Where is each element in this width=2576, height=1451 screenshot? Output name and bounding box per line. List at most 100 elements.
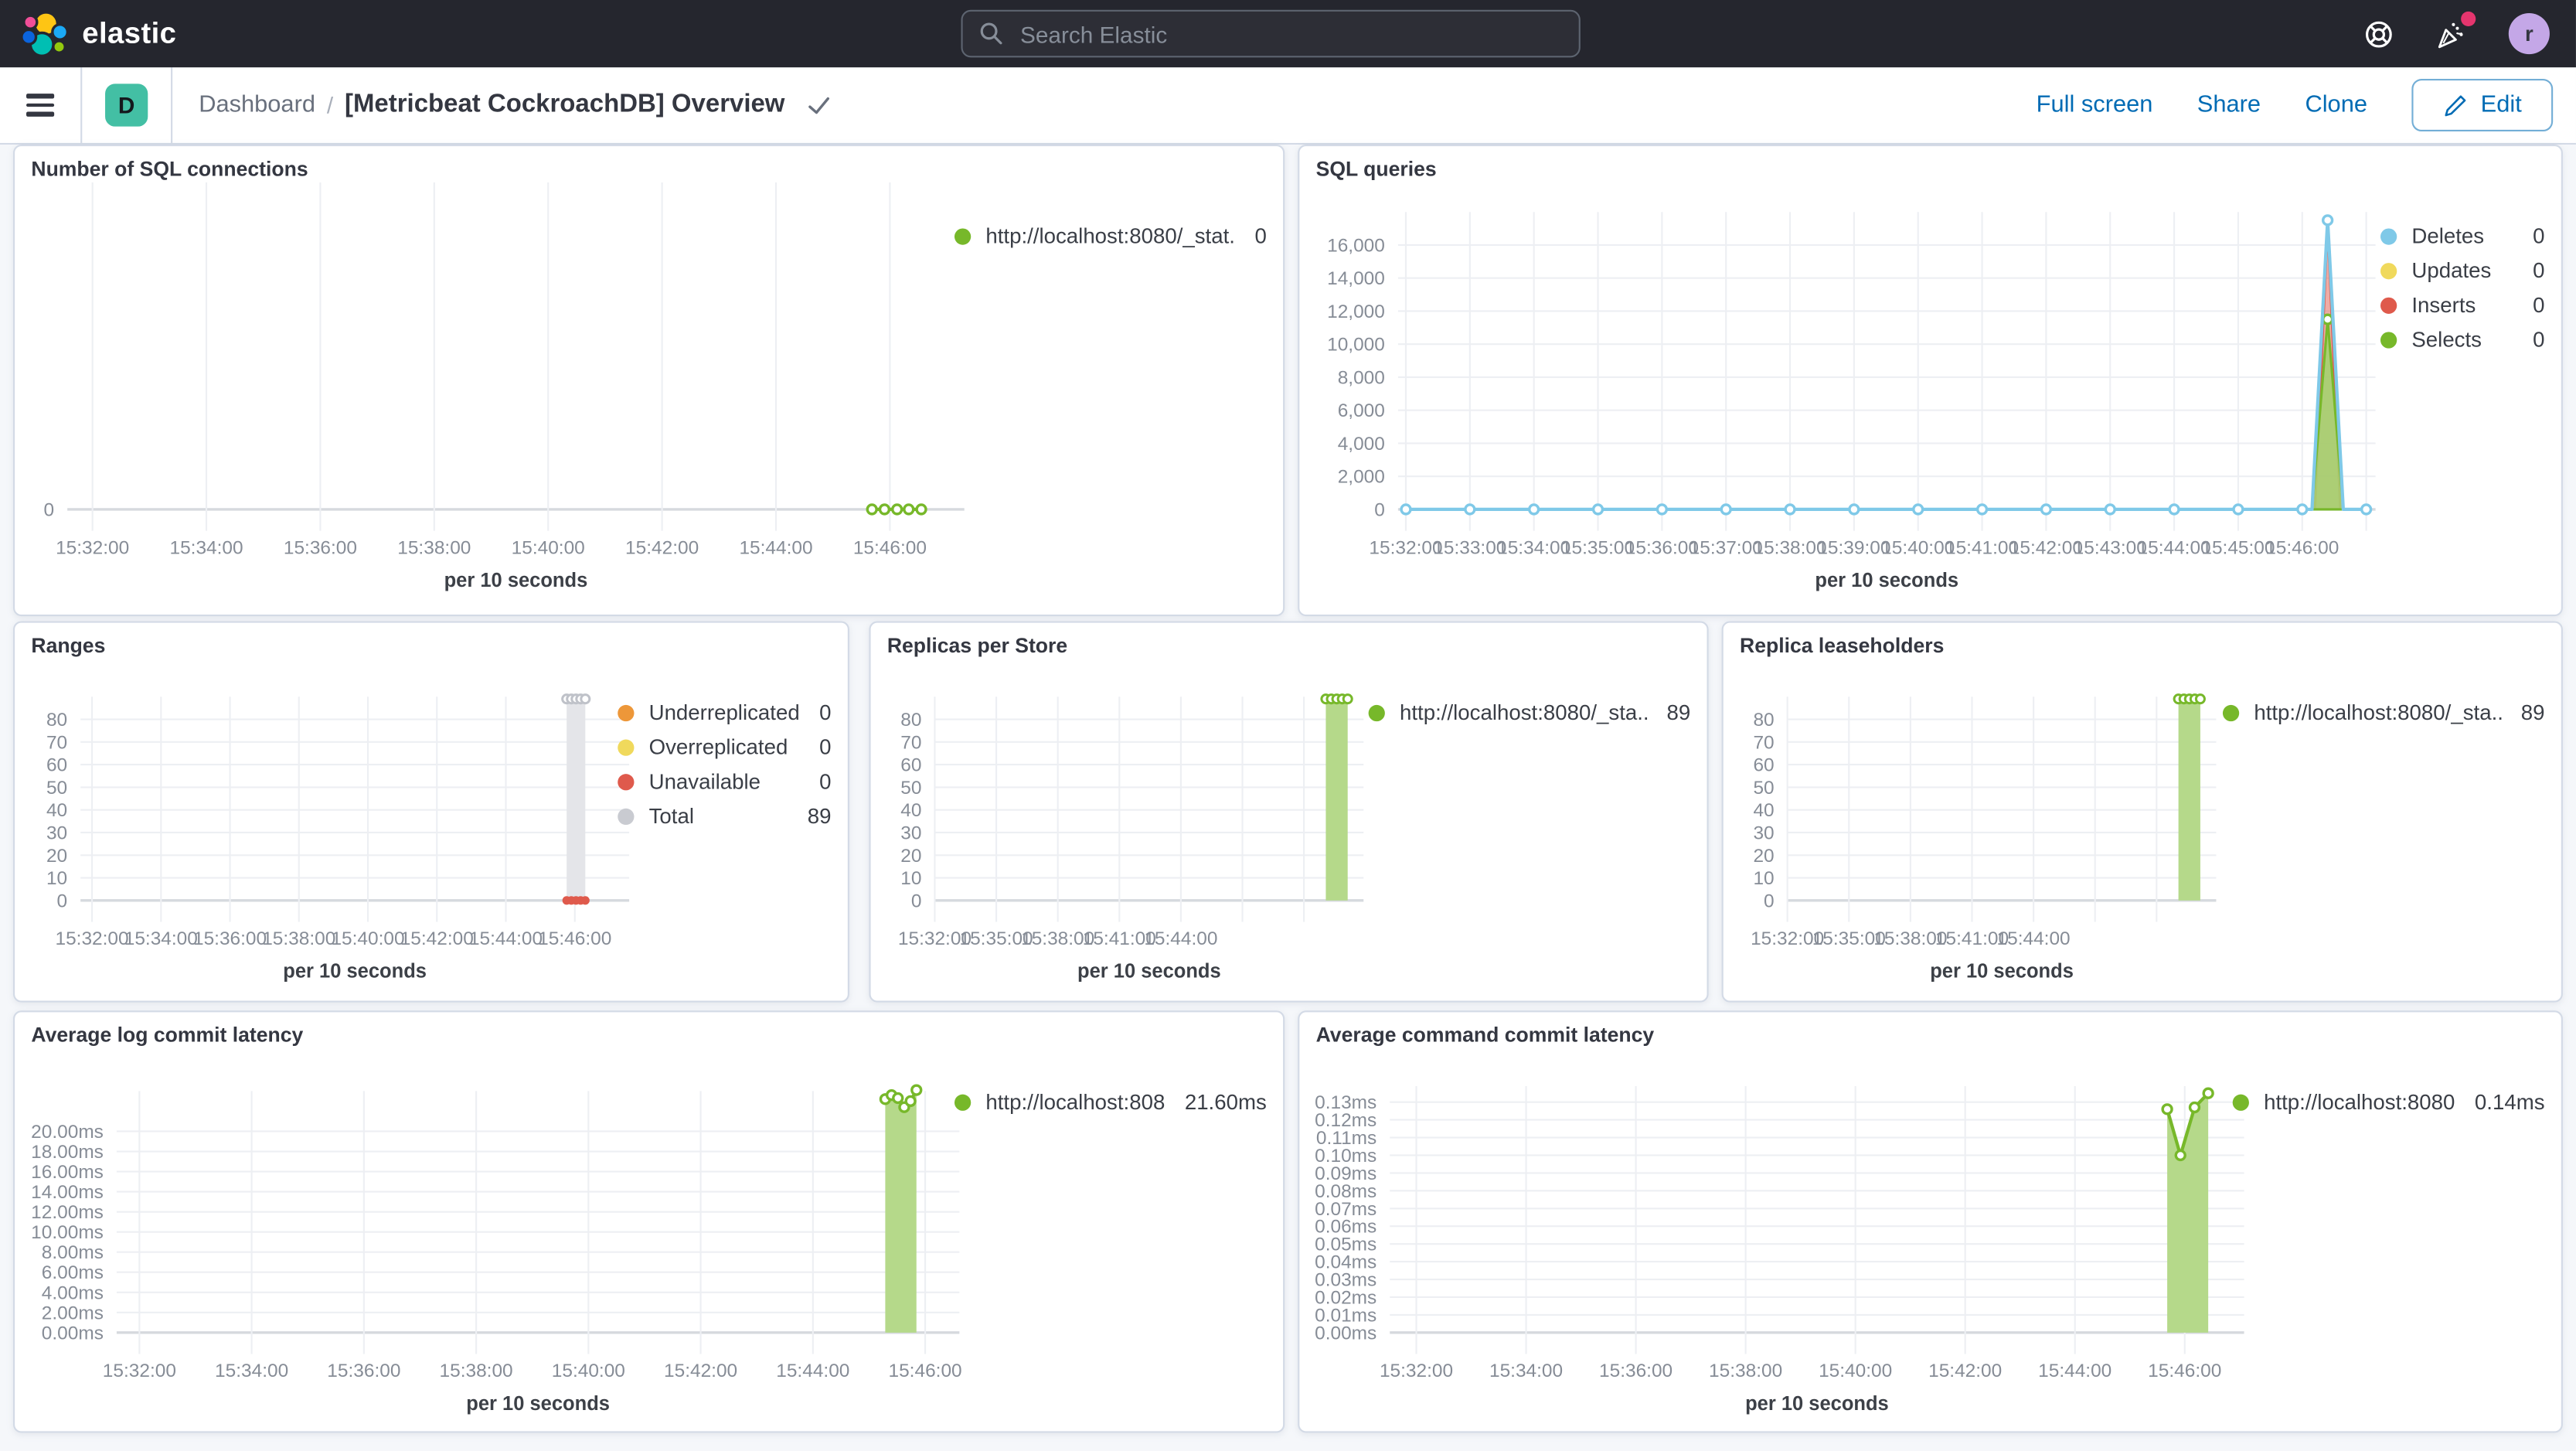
svg-text:16,000: 16,000 [1327,235,1385,256]
elastic-logo-icon [20,9,70,59]
svg-text:70: 70 [46,732,67,753]
legend-item[interactable]: http://localhost:8080/_sta... 89 [1368,695,1690,730]
legend-dot-icon [618,703,635,721]
legend-label: http://localhost:808... [985,1089,1165,1115]
svg-text:15:42:00: 15:42:00 [1928,1361,2002,1381]
svg-text:0: 0 [1764,891,1775,911]
legend-item[interactable]: Updates 0 [2380,253,2545,288]
svg-text:0.00ms: 0.00ms [42,1323,104,1344]
chart-canvas: 015:32:00 15:34:00 15:36:00 15:38:00 15:40:0… [44,182,965,591]
dashboard-app-badge[interactable]: D [105,83,148,127]
panel-average-command-commit-latency: 0.00ms 0.01ms 0.02ms 0.03ms 0.04ms 0.05ms 0.06… [1298,1010,2563,1433]
legend-value: 0 [819,700,832,725]
legend-value: 89 [2520,700,2545,725]
svg-text:0.13ms: 0.13ms [1315,1092,1376,1113]
legend-item[interactable]: Overreplicated 0 [618,730,832,765]
global-header: elastic Search Elastic r [0,0,2576,68]
menu-icon[interactable] [23,88,58,123]
svg-text:15:39:00: 15:39:00 [1817,537,1890,558]
svg-text:20.00ms: 20.00ms [31,1122,104,1143]
svg-text:12.00ms: 12.00ms [31,1202,104,1223]
legend-item[interactable]: http://localhost:8080/_stat... 0 [954,219,1267,254]
share-button[interactable]: Share [2197,92,2261,118]
svg-text:16.00ms: 16.00ms [31,1162,104,1183]
svg-text:per 10 seconds: per 10 seconds [1077,961,1221,983]
breadcrumb-separator: / [326,92,334,119]
svg-text:15:38:00: 15:38:00 [397,537,471,558]
chart-legend: Underreplicated 0 Overreplicated 0 Unavailab… [618,695,832,833]
full-screen-button[interactable]: Full screen [2037,92,2153,118]
search-bar[interactable] [961,9,1581,58]
panel-title: Replica leaseholders [1740,634,1945,658]
svg-text:15:36:00: 15:36:00 [327,1361,400,1381]
legend-dot-icon [2380,227,2397,244]
legend-label: Selects [2411,326,2482,352]
legend-item[interactable]: http://localhost:8080... 0.14ms [2232,1085,2545,1119]
chart-legend: http://localhost:808... 21.60ms [954,1085,1267,1119]
legend-label: Overreplicated [648,734,788,760]
svg-text:6.00ms: 6.00ms [42,1262,104,1283]
breadcrumb: Dashboard / [Metricbeat CockroachDB] Ove… [199,90,831,120]
legend-item[interactable]: Selects 0 [2380,322,2545,357]
legend-item[interactable]: Inserts 0 [2380,288,2545,322]
svg-text:14,000: 14,000 [1327,268,1385,289]
svg-text:15:46:00: 15:46:00 [538,928,611,949]
svg-text:50: 50 [900,778,921,799]
svg-text:4,000: 4,000 [1338,434,1385,455]
svg-text:70: 70 [1753,732,1774,753]
panel-title: Average log commit latency [31,1024,304,1047]
panel-title: Replicas per Store [886,634,1068,658]
clone-button[interactable]: Clone [2305,92,2367,118]
svg-text:15:36:00: 15:36:00 [193,928,267,949]
page-title: [Metricbeat CockroachDB] Overview [345,90,785,119]
svg-text:80: 80 [46,710,67,731]
svg-text:15:32:00: 15:32:00 [1369,537,1442,558]
legend-value: 89 [807,803,832,829]
svg-text:70: 70 [900,732,921,753]
legend-label: Total [648,803,694,829]
panel-sql-queries: 0 2,000 4,000 6,000 8,000 10,000 12,000 14,000 1… [1298,145,2563,617]
breadcrumb-dashboard[interactable]: Dashboard [199,92,315,118]
legend-item[interactable]: Total 89 [618,799,832,833]
chart-canvas: 0.00ms0.01ms0.02ms0.03ms0.04ms0.05ms0.06… [1315,1086,2244,1415]
svg-text:per 10 seconds: per 10 seconds [444,570,588,591]
svg-text:50: 50 [1753,778,1774,799]
panel-replica-leaseholders: 0 10 20 30 40 50 60 70 80 15:32:00 15:35:00 15:38:0… [1721,621,2563,1003]
svg-text:15:40:00: 15:40:00 [512,537,585,558]
legend-label: http://localhost:8080/_sta... [2254,700,2502,725]
legend-dot-icon [1368,703,1385,721]
search-input[interactable] [1016,19,1563,49]
user-avatar[interactable]: r [2508,13,2550,55]
svg-text:10: 10 [1753,868,1774,889]
legend-label: http://localhost:8080/_stat... [985,223,1235,248]
svg-text:2.00ms: 2.00ms [42,1303,104,1323]
svg-text:15:46:00: 15:46:00 [853,537,927,558]
svg-text:15:34:00: 15:34:00 [124,928,198,949]
title-caret-icon[interactable] [806,93,831,118]
svg-text:per 10 seconds: per 10 seconds [1815,570,1958,591]
legend-item[interactable]: Unavailable 0 [618,764,832,799]
panel-replicas-per-store: 0 10 20 30 40 50 60 70 80 15:32:00 15:35:00 15:38:0… [869,621,1709,1003]
legend-dot-icon [954,227,972,244]
svg-text:0: 0 [57,891,68,911]
kibana-app: elastic Search Elastic r D Dashboard / [… [0,0,2576,1451]
legend-item[interactable]: http://localhost:808... 21.60ms [954,1085,1267,1119]
elastic-home-link[interactable]: elastic [20,9,177,59]
svg-text:10: 10 [900,868,921,889]
edit-button[interactable]: Edit [2411,79,2554,132]
legend-item[interactable]: http://localhost:8080/_sta... 89 [2222,695,2545,730]
svg-text:per 10 seconds: per 10 seconds [1745,1393,1889,1415]
panel-title: SQL queries [1315,158,1437,181]
legend-dot-icon [2380,262,2397,279]
help-icon[interactable] [2364,19,2394,48]
svg-text:50: 50 [46,778,67,799]
search-icon [979,22,1004,46]
svg-text:40: 40 [46,800,67,821]
legend-item[interactable]: Deletes 0 [2380,219,2545,254]
svg-text:15:45:00: 15:45:00 [2201,537,2275,558]
legend-dot-icon [618,738,635,755]
legend-item[interactable]: Underreplicated 0 [618,695,832,730]
svg-text:15:40:00: 15:40:00 [1819,1361,1892,1381]
svg-text:30: 30 [900,823,921,843]
newsfeed-icon[interactable] [2436,10,2476,48]
